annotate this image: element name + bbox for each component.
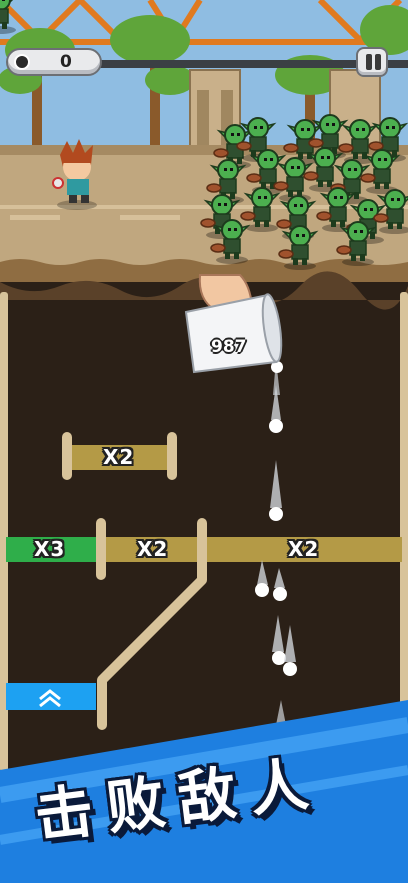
pause-button[interactable] xyxy=(356,47,388,77)
pause-icon xyxy=(366,54,372,70)
upper-gate-label: X2 xyxy=(103,445,135,469)
pause-icon-bar xyxy=(375,54,381,70)
right-gate-label: X2 xyxy=(288,537,320,561)
ball-counter: 0 xyxy=(6,48,102,76)
game-stage[interactable]: 0 987 X2 X3 X2 X2 击败敌人 xyxy=(0,0,408,883)
left-gate-label: X3 xyxy=(34,537,66,561)
booster-pad xyxy=(6,683,96,710)
ball-icon xyxy=(14,54,30,70)
ball-counter-value: 0 xyxy=(60,52,72,72)
cup-ball-count: 987 xyxy=(211,337,247,357)
middle-gate-label: X2 xyxy=(137,537,169,561)
